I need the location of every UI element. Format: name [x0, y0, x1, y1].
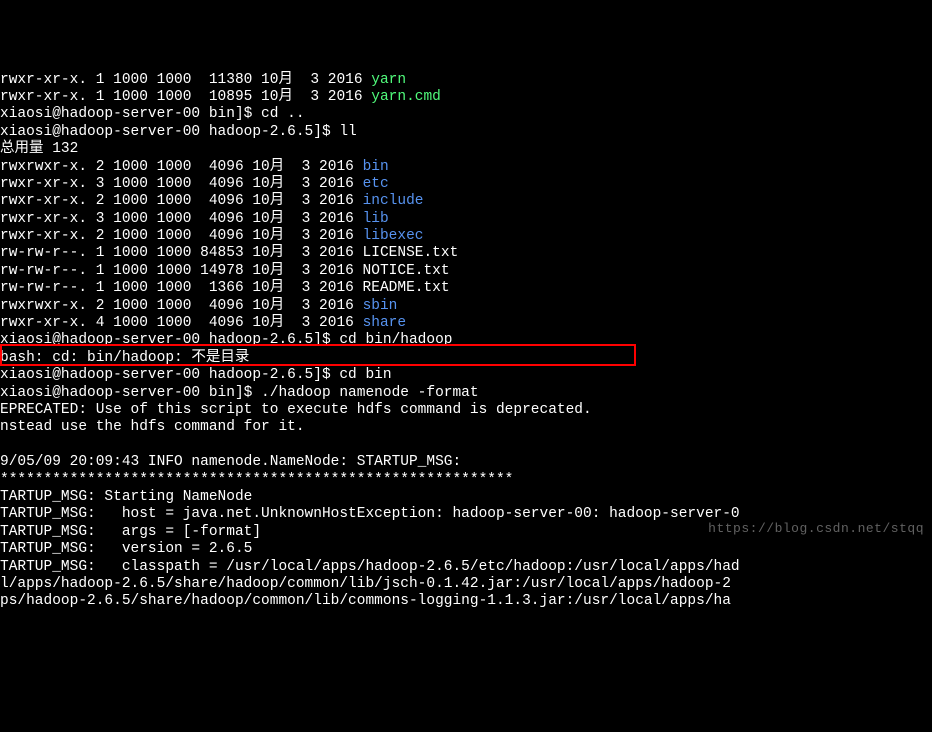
text-segment: TARTUP_MSG: args = [-format] — [0, 524, 261, 540]
terminal-line: 总用量 132 — [0, 141, 932, 158]
terminal-line: xiaosi@hadoop-server-00 bin]$ ./hadoop n… — [0, 385, 932, 402]
terminal-line: bash: cd: bin/hadoop: 不是目录 — [0, 350, 932, 367]
terminal-line: rwxr-xr-x. 1 1000 1000 11380 10月 3 2016 … — [0, 72, 932, 89]
terminal-line: TARTUP_MSG: Starting NameNode — [0, 489, 932, 506]
text-segment: xiaosi@hadoop-server-00 hadoop-2.6.5]$ l… — [0, 124, 357, 140]
terminal-line: TARTUP_MSG: classpath = /usr/local/apps/… — [0, 559, 932, 576]
directory-name: include — [363, 193, 424, 209]
text-segment: xiaosi@hadoop-server-00 hadoop-2.6.5]$ c… — [0, 367, 392, 383]
text-segment: nstead use the hdfs command for it. — [0, 419, 305, 435]
text-segment: rwxr-xr-x. 4 1000 1000 4096 10月 3 2016 — [0, 315, 363, 331]
terminal-line: rw-rw-r--. 1 1000 1000 1366 10月 3 2016 R… — [0, 280, 932, 297]
terminal-line: ****************************************… — [0, 472, 932, 489]
text-segment: EPRECATED: Use of this script to execute… — [0, 402, 592, 418]
terminal-line: xiaosi@hadoop-server-00 hadoop-2.6.5]$ c… — [0, 332, 932, 349]
text-segment: rwxr-xr-x. 3 1000 1000 4096 10月 3 2016 — [0, 211, 363, 227]
text-segment: rw-rw-r--. 1 1000 1000 14978 10月 3 2016 … — [0, 263, 450, 279]
text-segment: rwxr-xr-x. 1 1000 1000 10895 10月 3 2016 — [0, 89, 371, 105]
directory-name: share — [363, 315, 407, 331]
terminal-line: nstead use the hdfs command for it. — [0, 419, 932, 436]
text-segment: rw-rw-r--. 1 1000 1000 84853 10月 3 2016 … — [0, 245, 458, 261]
terminal-line: rwxr-xr-x. 3 1000 1000 4096 10月 3 2016 e… — [0, 176, 932, 193]
executable-name: yarn.cmd — [371, 89, 441, 105]
text-segment: 9/05/09 20:09:43 INFO namenode.NameNode:… — [0, 454, 461, 470]
text-segment: l/apps/hadoop-2.6.5/share/hadoop/common/… — [0, 576, 731, 592]
terminal-line: xiaosi@hadoop-server-00 bin]$ cd .. — [0, 106, 932, 123]
terminal-line: xiaosi@hadoop-server-00 hadoop-2.6.5]$ l… — [0, 124, 932, 141]
text-segment: TARTUP_MSG: version = 2.6.5 — [0, 541, 252, 557]
text-segment: rwxr-xr-x. 2 1000 1000 4096 10月 3 2016 — [0, 193, 363, 209]
terminal-line: rwxrwxr-x. 2 1000 1000 4096 10月 3 2016 s… — [0, 298, 932, 315]
directory-name: sbin — [363, 298, 398, 314]
executable-name: yarn — [371, 72, 406, 88]
directory-name: lib — [363, 211, 389, 227]
terminal-line: rwxr-xr-x. 1 1000 1000 10895 10月 3 2016 … — [0, 89, 932, 106]
terminal-line: xiaosi@hadoop-server-00 hadoop-2.6.5]$ c… — [0, 367, 932, 384]
text-segment: rwxrwxr-x. 2 1000 1000 4096 10月 3 2016 — [0, 159, 363, 175]
terminal-line: rw-rw-r--. 1 1000 1000 14978 10月 3 2016 … — [0, 263, 932, 280]
terminal-line: rwxr-xr-x. 2 1000 1000 4096 10月 3 2016 i… — [0, 193, 932, 210]
text-segment: rwxr-xr-x. 1 1000 1000 11380 10月 3 2016 — [0, 72, 371, 88]
text-segment: xiaosi@hadoop-server-00 hadoop-2.6.5]$ c… — [0, 332, 452, 348]
text-segment: 总用量 132 — [0, 141, 78, 157]
text-segment: ps/hadoop-2.6.5/share/hadoop/common/lib/… — [0, 593, 731, 609]
text-segment: xiaosi@hadoop-server-00 bin]$ ./hadoop n… — [0, 385, 479, 401]
text-segment: xiaosi@hadoop-server-00 bin]$ cd .. — [0, 106, 305, 122]
text-segment: TARTUP_MSG: classpath = /usr/local/apps/… — [0, 559, 740, 575]
terminal-line: rwxr-xr-x. 2 1000 1000 4096 10月 3 2016 l… — [0, 228, 932, 245]
text-segment: rw-rw-r--. 1 1000 1000 1366 10月 3 2016 R… — [0, 280, 450, 296]
directory-name: etc — [363, 176, 389, 192]
terminal-line: rwxrwxr-x. 2 1000 1000 4096 10月 3 2016 b… — [0, 159, 932, 176]
terminal-line: rwxr-xr-x. 4 1000 1000 4096 10月 3 2016 s… — [0, 315, 932, 332]
text-segment: rwxrwxr-x. 2 1000 1000 4096 10月 3 2016 — [0, 298, 363, 314]
text-segment: ****************************************… — [0, 472, 513, 488]
directory-name: libexec — [363, 228, 424, 244]
terminal-line: 9/05/09 20:09:43 INFO namenode.NameNode:… — [0, 454, 932, 471]
terminal-line: l/apps/hadoop-2.6.5/share/hadoop/common/… — [0, 576, 932, 593]
watermark-text: https://blog.csdn.net/stqq — [708, 521, 924, 537]
terminal-line: rw-rw-r--. 1 1000 1000 84853 10月 3 2016 … — [0, 245, 932, 262]
terminal-line: EPRECATED: Use of this script to execute… — [0, 402, 932, 419]
terminal-line — [0, 437, 932, 454]
terminal-line: TARTUP_MSG: version = 2.6.5 — [0, 541, 932, 558]
terminal-line: ps/hadoop-2.6.5/share/hadoop/common/lib/… — [0, 593, 932, 610]
text-segment: TARTUP_MSG: Starting NameNode — [0, 489, 252, 505]
directory-name: bin — [363, 159, 389, 175]
text-segment: bash: cd: bin/hadoop: 不是目录 — [0, 350, 249, 366]
text-segment: rwxr-xr-x. 2 1000 1000 4096 10月 3 2016 — [0, 228, 363, 244]
text-segment: rwxr-xr-x. 3 1000 1000 4096 10月 3 2016 — [0, 176, 363, 192]
terminal-line: rwxr-xr-x. 3 1000 1000 4096 10月 3 2016 l… — [0, 211, 932, 228]
text-segment: TARTUP_MSG: host = java.net.UnknownHostE… — [0, 506, 740, 522]
